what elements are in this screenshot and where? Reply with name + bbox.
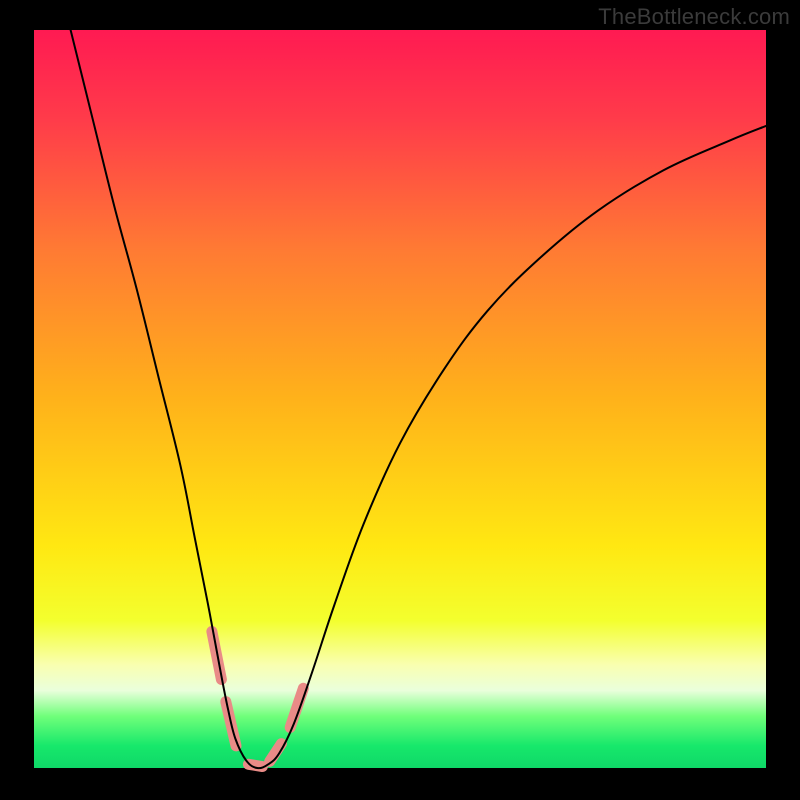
bottleneck-chart (0, 0, 800, 800)
plot-background (34, 30, 766, 768)
chart-frame: TheBottleneck.com (0, 0, 800, 800)
watermark-text: TheBottleneck.com (598, 4, 790, 30)
